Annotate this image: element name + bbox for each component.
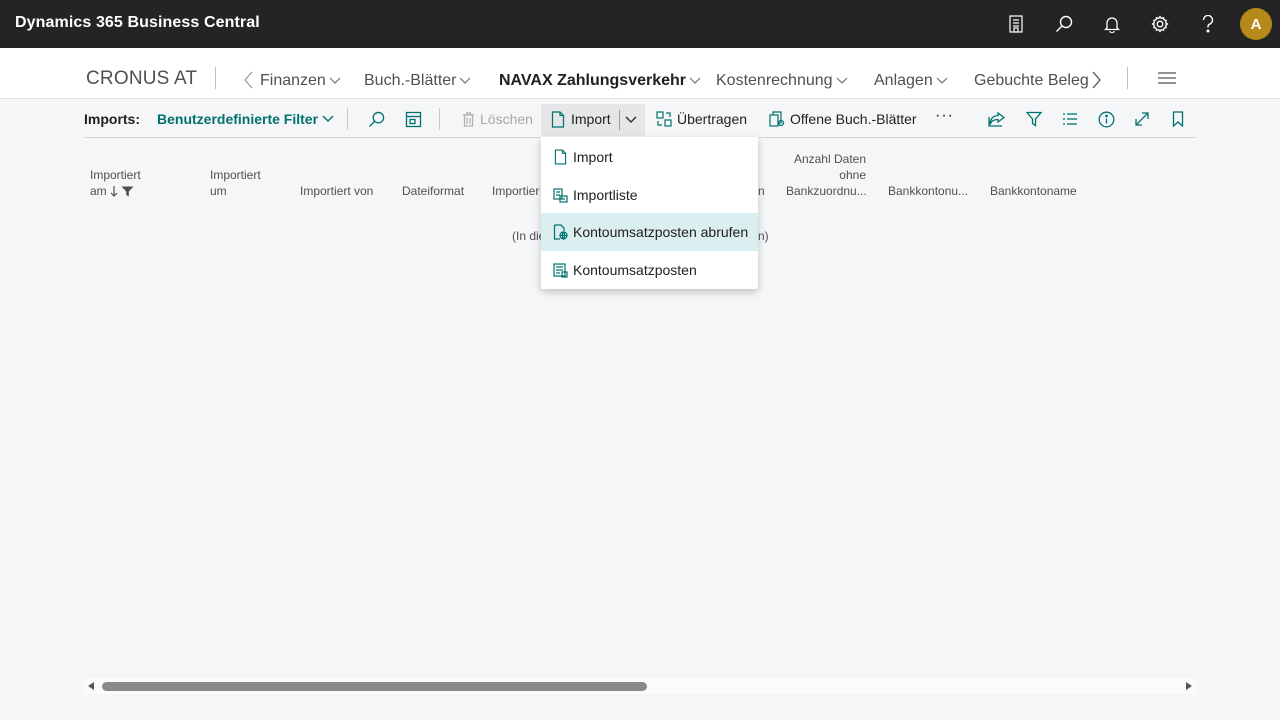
column-header-bank-account-no[interactable]: Bankkontonu...	[888, 183, 968, 199]
chevron-down-icon	[836, 77, 847, 84]
chevron-down-icon[interactable]	[625, 116, 637, 124]
delete-button[interactable]: Löschen	[462, 111, 533, 127]
list-import-icon	[541, 187, 573, 203]
header-line: Importiert	[210, 168, 261, 182]
transfer-button[interactable]: Übertragen	[656, 111, 747, 127]
list-view-icon[interactable]	[1060, 109, 1080, 129]
action-bar: Imports: Benutzerdefinierte Filter Lösch…	[84, 99, 1196, 138]
bookmark-icon[interactable]	[1168, 109, 1188, 129]
action-divider	[347, 108, 348, 130]
scroll-left-arrow-icon[interactable]	[88, 682, 94, 690]
help-icon[interactable]	[1184, 0, 1232, 48]
nav-item-label: Buch.-Blätter	[364, 72, 457, 89]
menu-item-label: Import	[573, 149, 613, 165]
document-icon	[541, 149, 573, 165]
ledger-icon	[541, 262, 573, 278]
column-header-partial[interactable]: n	[758, 183, 765, 199]
header-line: Bankzuordnu...	[786, 184, 867, 198]
nav-item-gebuchte-belege[interactable]: Gebuchte Beleg	[974, 72, 1089, 90]
nav-item-kostenrechnung[interactable]: Kostenrechnung	[716, 72, 848, 90]
nav-divider	[215, 67, 216, 89]
transfer-label: Übertragen	[677, 111, 748, 127]
chevron-down-icon	[322, 115, 334, 122]
nav-item-anlagen[interactable]: Anlagen	[874, 72, 948, 90]
trash-icon	[463, 111, 474, 127]
journals-icon	[769, 111, 785, 127]
header-line: am	[90, 184, 107, 198]
menu-item-fetch-bank-statements[interactable]: Kontoumsatzposten abrufen	[541, 213, 758, 251]
import-split-button[interactable]: Import	[541, 104, 645, 136]
filter-active-icon	[121, 186, 134, 196]
info-icon[interactable]	[1096, 109, 1116, 129]
gear-icon[interactable]	[1136, 0, 1184, 48]
nav-item-label: Anlagen	[874, 72, 933, 89]
view-filter-label: Benutzerdefinierte Filter	[157, 111, 319, 127]
nav-item-label: Gebuchte Beleg	[974, 72, 1089, 89]
more-options-button[interactable]: ···	[935, 107, 954, 125]
share-icon[interactable]	[987, 109, 1007, 129]
column-header-file-format[interactable]: Dateiformat	[402, 183, 464, 199]
empty-list-message-end: n)	[758, 229, 769, 243]
bell-icon[interactable]	[1088, 0, 1136, 48]
nav-item-label: NAVAX Zahlungsverkehr	[499, 72, 687, 89]
menu-item-bank-statements[interactable]: Kontoumsatzposten	[541, 251, 758, 289]
nav-item-label: Kostenrechnung	[716, 72, 833, 89]
app-bar-icons: A	[992, 0, 1280, 48]
filter-icon[interactable]	[1024, 109, 1044, 129]
nav-scroll-right-icon[interactable]	[1091, 71, 1101, 89]
search-list-icon[interactable]	[366, 109, 386, 129]
menu-item-label: Importliste	[573, 187, 638, 203]
split-divider	[619, 110, 620, 130]
nav-divider	[1127, 67, 1128, 89]
header-line: ohne	[839, 168, 866, 182]
menu-item-label: Kontoumsatzposten	[573, 262, 697, 278]
nav-scroll-left-icon[interactable]	[244, 71, 254, 89]
import-label: Import	[571, 111, 611, 127]
import-dropdown-menu: Import Importliste Kontoumsatzposten abr…	[541, 137, 758, 289]
action-divider	[439, 108, 440, 130]
menu-item-label: Kontoumsatzposten abrufen	[573, 224, 749, 240]
nav-item-buch-blaetter[interactable]: Buch.-Blätter	[364, 72, 471, 90]
header-line: Anzahl Daten	[793, 152, 866, 166]
nav-bar: CRONUS AT Finanzen Buch.-Blätter NAVAX Z…	[0, 48, 1280, 99]
open-journals-label: Offene Buch.-Blätter	[790, 111, 917, 127]
open-journals-button[interactable]: Offene Buch.-Blätter	[769, 111, 917, 127]
nav-item-label: Finanzen	[260, 72, 326, 89]
expand-icon[interactable]	[1132, 109, 1152, 129]
web-fetch-icon	[541, 224, 573, 240]
chevron-down-icon	[460, 77, 471, 84]
delete-label: Löschen	[480, 111, 533, 127]
column-header-imported-on[interactable]: Importiert am	[90, 167, 141, 199]
nav-item-finanzen[interactable]: Finanzen	[260, 72, 341, 90]
transfer-icon	[656, 111, 672, 127]
sort-descending-icon	[110, 185, 118, 197]
column-header-bank-account-name[interactable]: Bankkontoname	[990, 183, 1077, 199]
document-icon	[551, 111, 565, 128]
header-line: Importiert	[90, 168, 141, 182]
column-header-imported-by[interactable]: Importiert von	[300, 183, 373, 199]
avatar[interactable]: A	[1240, 8, 1272, 40]
report-icon[interactable]	[992, 0, 1040, 48]
chevron-down-icon	[329, 77, 341, 84]
chevron-down-icon	[936, 77, 948, 84]
menu-item-import-list[interactable]: Importliste	[541, 176, 758, 214]
app-bar: Dynamics 365 Business Central A	[0, 0, 1280, 48]
app-title[interactable]: Dynamics 365 Business Central	[15, 14, 260, 32]
header-line: um	[210, 184, 227, 198]
company-name[interactable]: CRONUS AT	[86, 68, 197, 90]
view-filter-dropdown[interactable]: Benutzerdefinierte Filter	[157, 111, 334, 127]
column-header-importing[interactable]: Importier	[492, 183, 539, 199]
page-caption: Imports:	[84, 111, 140, 127]
edit-list-icon[interactable]	[403, 109, 423, 129]
column-header-count-without-bank[interactable]: Anzahl Daten ohne Bankzuordnu...	[786, 151, 867, 199]
scroll-right-arrow-icon[interactable]	[1186, 682, 1192, 690]
chevron-down-icon	[689, 77, 701, 84]
column-header-imported-at[interactable]: Importiert um	[210, 167, 261, 199]
menu-item-import[interactable]: Import	[541, 138, 758, 176]
nav-item-navax-zahlungsverkehr[interactable]: NAVAX Zahlungsverkehr	[499, 72, 701, 90]
horizontal-scrollbar[interactable]	[84, 678, 1196, 694]
scrollbar-thumb[interactable]	[102, 682, 647, 691]
hamburger-menu-icon[interactable]	[1158, 72, 1176, 84]
search-icon[interactable]	[1040, 0, 1088, 48]
